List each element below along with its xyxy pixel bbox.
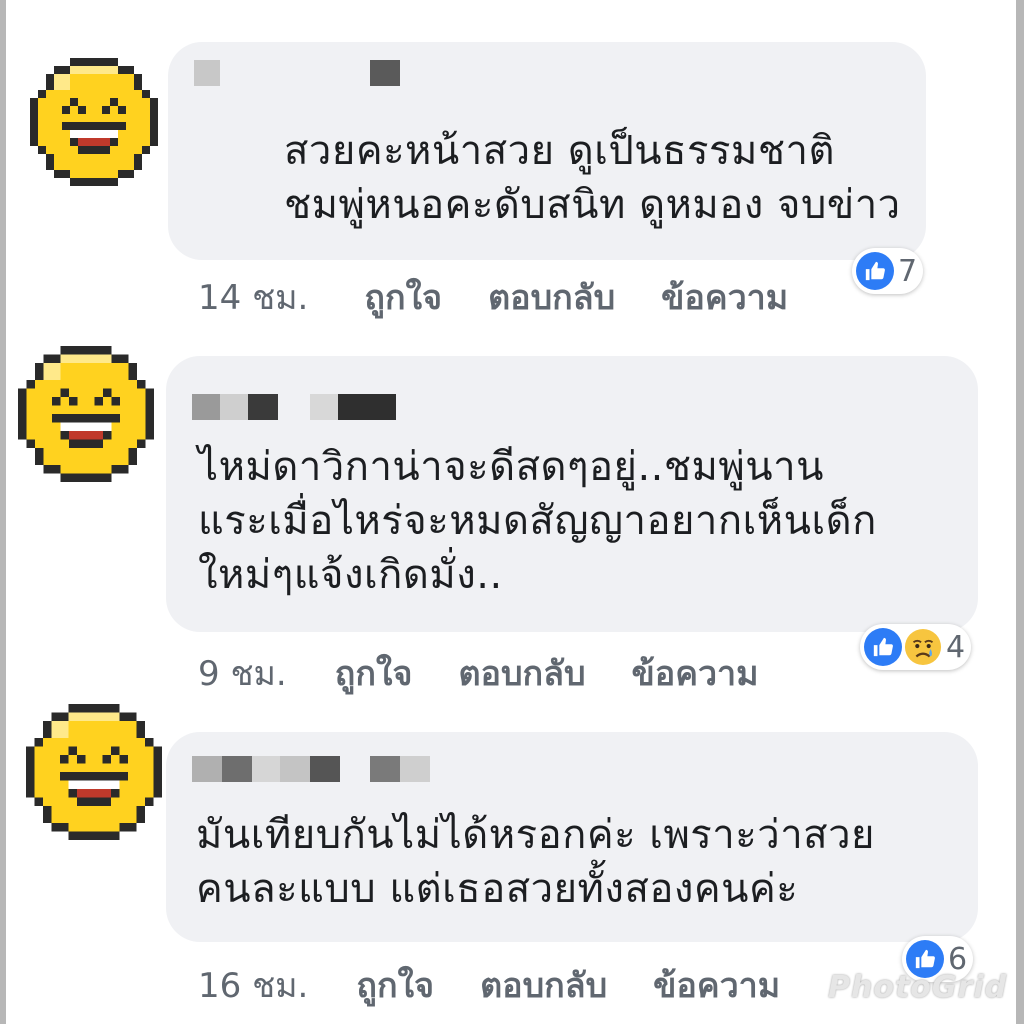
like-action-link[interactable]: ถูกใจ xyxy=(364,270,442,324)
avatar-pixel-grin-emoji-icon[interactable] xyxy=(26,704,162,840)
message-action-link[interactable]: ข้อความ xyxy=(661,270,788,324)
reaction-summary[interactable]: 4 xyxy=(860,624,972,670)
comment-actions: 9 ชม. ถูกใจ ตอบกลับ ข้อความ xyxy=(198,646,759,700)
comment-text: สวยคะหน้าสวย ดูเป็นธรรมชาติ ชมพู่หนอคะดั… xyxy=(284,128,901,228)
comment-time[interactable]: 14 ชม. xyxy=(198,270,308,324)
sad-icon xyxy=(904,628,942,666)
comment-time[interactable]: 9 ชม. xyxy=(198,646,287,700)
avatar-pixel-grin-emoji-icon[interactable] xyxy=(30,58,158,186)
comment-actions: 16 ชม. ถูกใจ ตอบกลับ ข้อความ xyxy=(198,958,780,1012)
comment-time[interactable]: 16 ชม. xyxy=(198,958,308,1012)
photogrid-watermark: PhotoGrid xyxy=(828,970,1008,1005)
comment-text: มันเทียบกันไม่ได้หรอกค่ะ เพราะว่าสวย คนล… xyxy=(196,812,875,912)
avatar-pixel-grin-emoji-icon[interactable] xyxy=(18,346,154,482)
image-frame-left xyxy=(0,0,6,1024)
reaction-count: 7 xyxy=(898,253,918,289)
commenter-name-blurred[interactable] xyxy=(194,60,400,86)
reply-action-link[interactable]: ตอบกลับ xyxy=(458,646,585,700)
like-action-link[interactable]: ถูกใจ xyxy=(356,958,434,1012)
commenter-name-blurred[interactable] xyxy=(192,756,430,782)
like-icon xyxy=(856,252,894,290)
reply-action-link[interactable]: ตอบกลับ xyxy=(480,958,607,1012)
message-action-link[interactable]: ข้อความ xyxy=(632,646,759,700)
reaction-count: 4 xyxy=(946,629,966,665)
comment-actions: 14 ชม. ถูกใจ ตอบกลับ ข้อความ xyxy=(198,270,788,324)
image-frame-right xyxy=(1016,0,1024,1024)
commenter-name-blurred[interactable] xyxy=(192,394,396,420)
message-action-link[interactable]: ข้อความ xyxy=(653,958,780,1012)
like-action-link[interactable]: ถูกใจ xyxy=(335,646,413,700)
reply-action-link[interactable]: ตอบกลับ xyxy=(488,270,615,324)
comment-text: ไหม่ดาวิกาน่าจะดีสดๆอยู่..ชมพู่นาน แระเม… xyxy=(198,444,877,598)
like-icon xyxy=(864,628,902,666)
reaction-summary[interactable]: 7 xyxy=(852,248,924,294)
